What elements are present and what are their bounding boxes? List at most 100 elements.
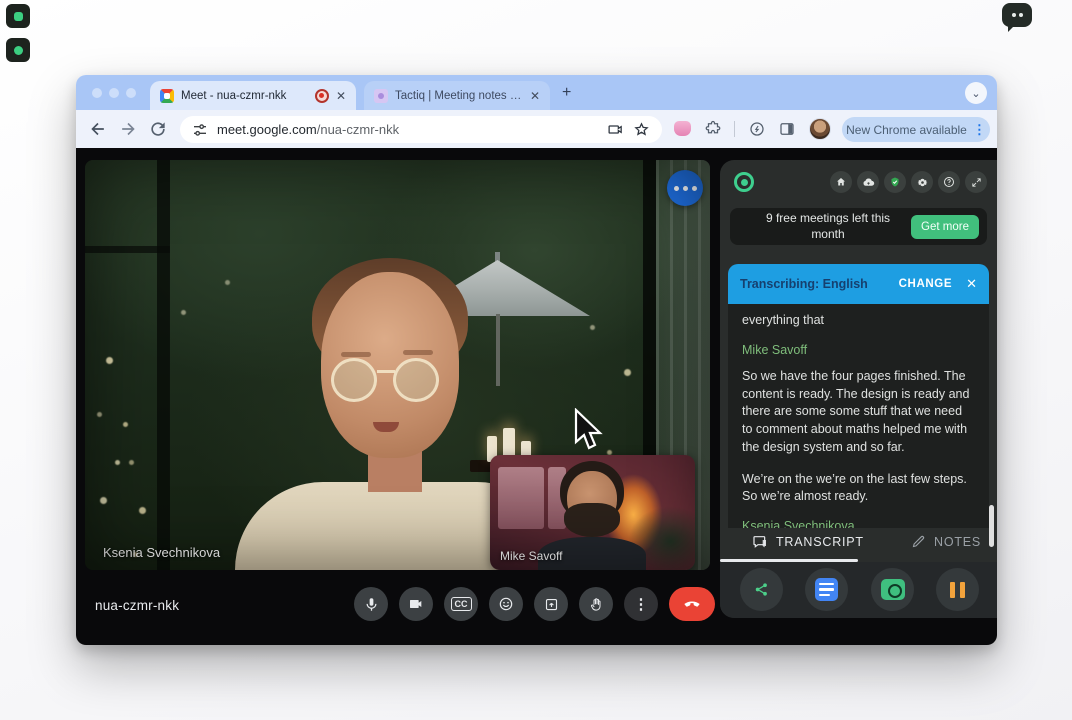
- pencil-icon: [911, 534, 926, 549]
- shield-check-icon[interactable]: [884, 171, 906, 193]
- profile-avatar[interactable]: [809, 118, 831, 140]
- chrome-update-button[interactable]: New Chrome available ⋮: [842, 117, 990, 142]
- forward-button[interactable]: [118, 119, 138, 139]
- scene-door-frame: [157, 160, 170, 570]
- settings-gear-icon[interactable]: [911, 171, 933, 193]
- screenshot-button[interactable]: [871, 568, 914, 611]
- free-meetings-label: 9 free meetings left this month: [748, 211, 908, 242]
- tab-label: NOTES: [934, 535, 981, 549]
- transcript-speaker: Mike Savoff: [742, 343, 975, 357]
- pip-beard: [564, 503, 620, 537]
- home-icon[interactable]: [830, 171, 852, 193]
- reactions-button[interactable]: [489, 587, 523, 621]
- expand-collapse-icon[interactable]: [965, 171, 987, 193]
- new-tab-button[interactable]: +: [562, 84, 571, 102]
- more-options-button[interactable]: ⋮: [624, 587, 658, 621]
- window-close-button[interactable]: [92, 88, 102, 98]
- main-video-tile[interactable]: Ksenia Svechnikova Mike Savoff: [85, 160, 710, 570]
- tab-strip: Meet - nua-czmr-nkk ✕ Tactiq | Meeting n…: [76, 75, 997, 110]
- green-dot-icon: [14, 46, 23, 55]
- sidebar-action-bar: [720, 562, 997, 618]
- share-icon: [753, 581, 770, 598]
- tab-notes[interactable]: NOTES: [911, 534, 981, 549]
- lens-extension-icon[interactable]: [748, 120, 766, 138]
- update-label: New Chrome available: [846, 123, 967, 137]
- pause-icon: [950, 582, 965, 598]
- transcript-text: everything that: [742, 312, 975, 330]
- eyebrow: [403, 350, 433, 355]
- reload-button[interactable]: [148, 119, 168, 139]
- tab-meet[interactable]: Meet - nua-czmr-nkk ✕: [150, 81, 356, 110]
- change-language-button[interactable]: CHANGE: [899, 278, 952, 290]
- transcript-text: So we have the four pages finished. The …: [742, 368, 975, 457]
- window-zoom-button[interactable]: [126, 88, 136, 98]
- help-icon[interactable]: [938, 171, 960, 193]
- browser-toolbar: meet.google.com/nua-czmr-nkk New Chrome …: [76, 110, 997, 148]
- tab-search-chevron-icon[interactable]: ⌄: [965, 82, 987, 104]
- tab-title: Tactiq | Meeting notes powe: [395, 90, 523, 102]
- tactiq-header: [720, 160, 997, 204]
- address-bar[interactable]: meet.google.com/nua-czmr-nkk: [180, 116, 662, 143]
- transcribing-label: Transcribing: English: [740, 277, 868, 291]
- raise-hand-button[interactable]: [579, 587, 613, 621]
- sidebar-tabs: TRANSCRIPT NOTES: [720, 528, 997, 562]
- transcript-panel[interactable]: everything that Mike Savoff So we have t…: [728, 304, 989, 528]
- present-button[interactable]: [534, 587, 568, 621]
- messages-floating-button[interactable]: [667, 170, 703, 206]
- tab-tactiq[interactable]: Tactiq | Meeting notes powe ✕: [364, 81, 550, 110]
- pip-video-tile[interactable]: Mike Savoff: [490, 455, 695, 570]
- transcript-text: We’re on the we’re on the last few steps…: [742, 471, 975, 507]
- pip-window: [498, 467, 544, 529]
- camera-icon: [881, 579, 905, 600]
- meet-favicon-icon: [160, 89, 174, 103]
- chat-bubble-icon[interactable]: [1002, 3, 1032, 27]
- meet-page: Ksenia Svechnikova Mike Savoff nua-czmr-…: [76, 148, 997, 645]
- tab-close-icon[interactable]: ✕: [336, 89, 346, 103]
- string-lights: [85, 160, 90, 165]
- back-button[interactable]: [88, 119, 108, 139]
- mic-button[interactable]: [354, 587, 388, 621]
- recording-indicator-icon: [315, 89, 329, 103]
- window-minimize-button[interactable]: [109, 88, 119, 98]
- url-text: meet.google.com/nua-czmr-nkk: [217, 122, 399, 137]
- tab-transcript[interactable]: TRANSCRIPT: [752, 534, 864, 550]
- recorder-widget-icon-2[interactable]: [6, 38, 30, 62]
- eyebrow: [341, 352, 371, 357]
- side-panel-icon[interactable]: [778, 120, 796, 138]
- meeting-code-label: nua-czmr-nkk: [95, 598, 179, 613]
- scene-window-bar: [85, 246, 170, 253]
- google-docs-button[interactable]: [805, 568, 848, 611]
- bookmark-star-icon[interactable]: [633, 121, 650, 138]
- docs-icon: [815, 578, 838, 601]
- pause-button[interactable]: [936, 568, 979, 611]
- mouse-cursor: [573, 408, 607, 452]
- chat-icon: [752, 534, 768, 550]
- browser-window: Meet - nua-czmr-nkk ✕ Tactiq | Meeting n…: [76, 75, 997, 645]
- transcribing-banner: Transcribing: English CHANGE ✕: [728, 264, 989, 304]
- share-button[interactable]: [740, 568, 783, 611]
- site-settings-icon[interactable]: [192, 122, 208, 138]
- upload-cloud-icon[interactable]: [857, 171, 879, 193]
- participant-name-label: Ksenia Svechnikova: [103, 545, 220, 560]
- camera-button[interactable]: [399, 587, 433, 621]
- recorder-widget-icon[interactable]: [6, 4, 30, 28]
- green-dot-icon: [14, 12, 23, 21]
- transcript-speaker: Ksenia Svechnikova: [742, 519, 975, 528]
- toolbar-divider: [734, 121, 735, 137]
- pip-name-label: Mike Savoff: [500, 549, 562, 563]
- meet-control-bar: nua-czmr-nkk CC ⋮: [76, 570, 720, 645]
- glasses: [331, 358, 449, 404]
- tactiq-extension-icon[interactable]: [674, 121, 691, 136]
- camera-allowed-icon[interactable]: [607, 121, 624, 138]
- banner-close-icon[interactable]: ✕: [966, 276, 977, 292]
- browser-menu-kebab-icon[interactable]: ⋮: [973, 122, 986, 138]
- extensions-puzzle-icon[interactable]: [704, 120, 722, 138]
- tactiq-favicon-icon: [374, 89, 388, 103]
- end-call-button[interactable]: [669, 587, 715, 621]
- free-meetings-card: 9 free meetings left this month Get more: [730, 208, 987, 245]
- tactiq-sidebar: 9 free meetings left this month Get more…: [720, 160, 997, 618]
- tab-close-icon[interactable]: ✕: [530, 89, 540, 103]
- tab-title: Meet - nua-czmr-nkk: [181, 90, 308, 102]
- get-more-button[interactable]: Get more: [911, 215, 979, 239]
- captions-button[interactable]: CC: [444, 587, 478, 621]
